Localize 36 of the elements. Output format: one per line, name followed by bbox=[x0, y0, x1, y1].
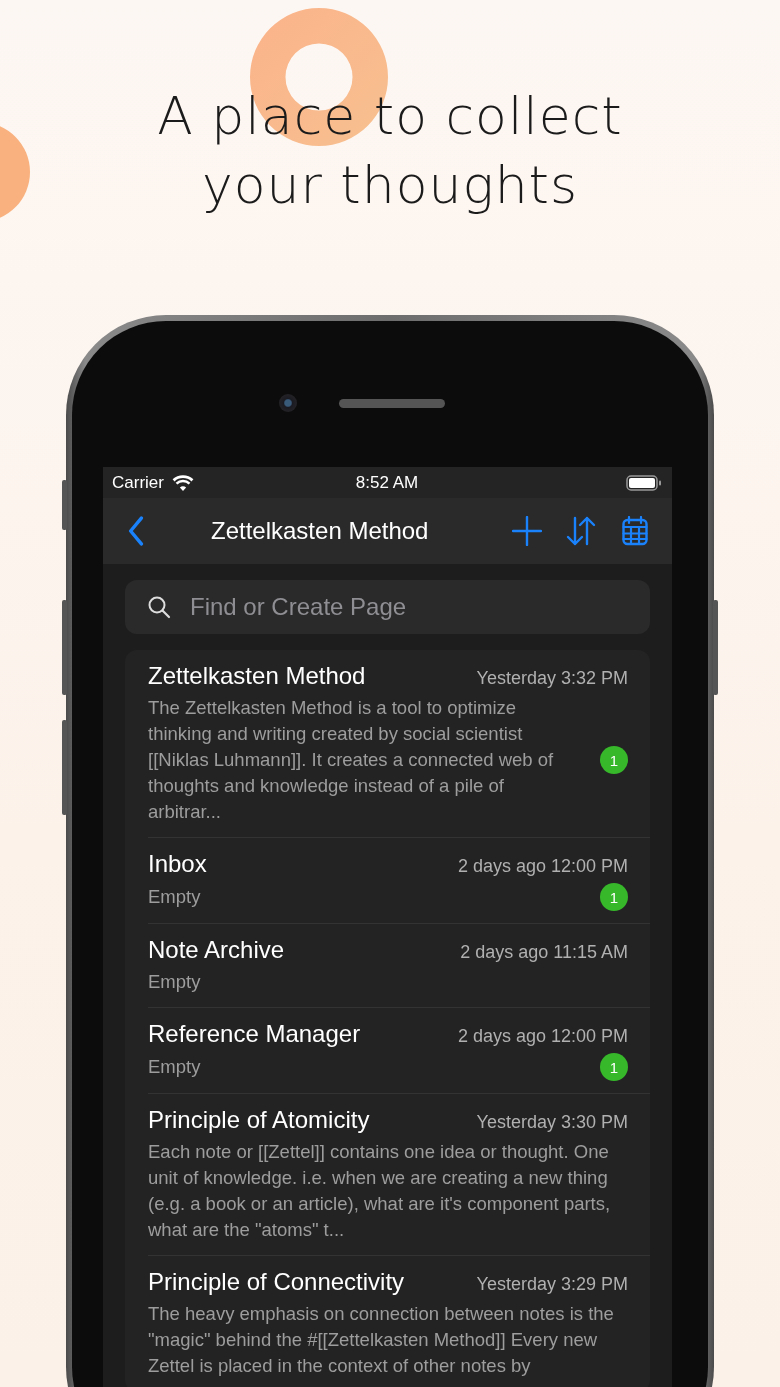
camera-icon bbox=[279, 394, 297, 412]
wifi-icon bbox=[171, 474, 194, 491]
note-preview: The heavy emphasis on connection between notes is the "magic" behind the #[[Zettelkasten Method]] Every new Zettel is placed in the context of other notes by bbox=[148, 1302, 615, 1378]
note-preview: Empty bbox=[148, 885, 202, 909]
link-count: 1 bbox=[600, 883, 628, 911]
note-title: Reference Manager bbox=[148, 1020, 361, 1048]
nav-title: Zettelkasten Method bbox=[211, 517, 430, 545]
note-time: 2 days ago 12:00 PM bbox=[457, 856, 628, 877]
search-field[interactable]: Find or Create Page bbox=[125, 580, 650, 634]
note-row[interactable]: Inbox 2 days ago 12:00 PM Empty 1 bbox=[148, 838, 650, 924]
note-title: Principle of Connectivity bbox=[148, 1268, 405, 1296]
note-time: Yesterday 3:29 PM bbox=[476, 1274, 628, 1295]
link-count: 1 bbox=[600, 1053, 628, 1081]
note-title: Inbox bbox=[148, 850, 207, 878]
note-preview: Each note or [[Zettel]] contains one idea or thought. One unit of knowledge. i.e. when we are creating a new thing (e.g. a book or an article), what are it's component parts, what are the "atoms" t... bbox=[148, 1140, 612, 1242]
battery-icon bbox=[626, 474, 662, 491]
headline: A place to collect your thoughts bbox=[156, 85, 624, 217]
note-time: Yesterday 3:30 PM bbox=[476, 1112, 628, 1133]
note-row[interactable]: Reference Manager 2 days ago 12:00 PM Empty 1 bbox=[148, 1008, 650, 1094]
note-preview: Empty bbox=[148, 1055, 202, 1079]
link-count: 1 bbox=[600, 746, 628, 774]
note-title: Principle of Atomicity bbox=[148, 1106, 370, 1134]
note-time: 2 days ago 11:15 AM bbox=[460, 942, 628, 963]
clock-time: 8:52 AM bbox=[355, 472, 419, 493]
note-preview: Empty bbox=[148, 970, 202, 994]
note-time: 2 days ago 12:00 PM bbox=[457, 1026, 628, 1047]
carrier-label: Carrier bbox=[112, 472, 164, 493]
search-icon bbox=[147, 595, 171, 619]
note-time: Yesterday 3:32 PM bbox=[476, 668, 628, 689]
note-title: Note Archive bbox=[148, 936, 285, 964]
note-row[interactable]: Note Archive 2 days ago 11:15 AM Empty bbox=[148, 924, 650, 1008]
note-preview: The Zettelkasten Method is a tool to optimize thinking and writing created by social scientist [[Niklas Luhmann]]. It creates a connected web of thoughts and knowledge instead of a pile of arbitrar... bbox=[148, 696, 555, 824]
calendar-icon[interactable] bbox=[620, 516, 650, 546]
note-title: Zettelkasten Method bbox=[148, 662, 366, 690]
add-icon[interactable] bbox=[512, 516, 542, 546]
sort-icon[interactable] bbox=[566, 516, 596, 546]
